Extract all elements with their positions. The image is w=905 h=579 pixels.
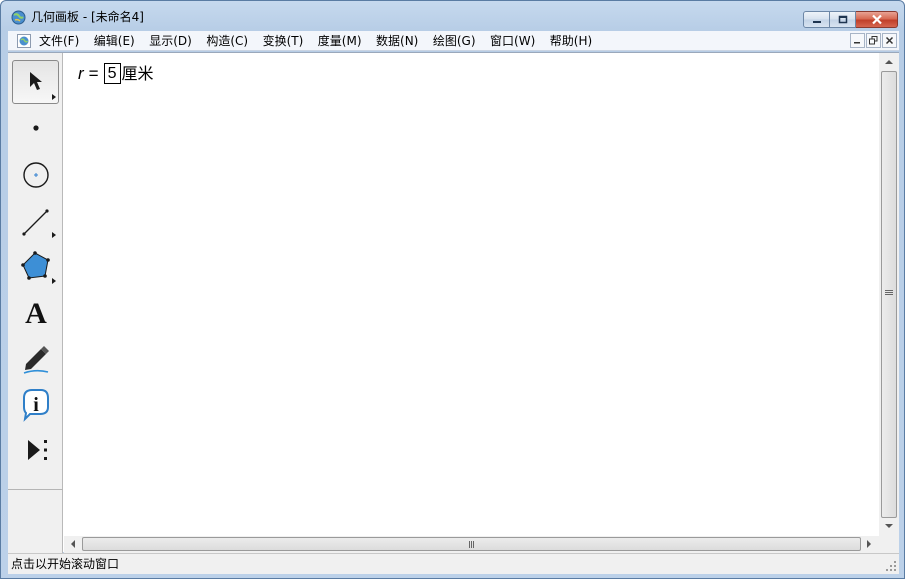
- parameter-measurement[interactable]: r = 5 厘米: [78, 63, 154, 84]
- scroll-up-button[interactable]: [881, 54, 897, 70]
- text-tool-icon: A: [25, 297, 47, 330]
- scroll-left-icon: [71, 540, 75, 548]
- selection-arrow-icon: [29, 72, 56, 100]
- window-title: 几何画板 - [未命名4]: [31, 10, 144, 24]
- compass-tool[interactable]: [12, 152, 59, 196]
- information-tool[interactable]: i: [12, 382, 59, 426]
- app-window: 几何画板 - [未命名4] 文件(F) 编辑(E) 显示(D) 构造(C) 变换…: [0, 0, 905, 579]
- caption-buttons: [803, 11, 898, 30]
- close-button[interactable]: [856, 11, 898, 28]
- horizontal-scrollbar[interactable]: [64, 536, 879, 553]
- app-globe-icon[interactable]: [11, 10, 26, 25]
- sketch-canvas[interactable]: r = 5 厘米: [64, 53, 878, 536]
- parameter-unit: 厘米: [121, 63, 154, 83]
- menu-transform[interactable]: 变换(T): [263, 34, 304, 48]
- toolbox: A i: [8, 53, 63, 553]
- menu-help[interactable]: 帮助(H): [550, 34, 592, 48]
- title-bar[interactable]: 几何画板 - [未命名4]: [1, 1, 904, 31]
- toolbox-divider: [8, 489, 63, 490]
- custom-tool[interactable]: [12, 428, 59, 472]
- information-tool-icon: i: [22, 389, 49, 422]
- marker-tool-icon: [23, 346, 49, 374]
- maximize-icon: [838, 15, 847, 24]
- parameter-value-box[interactable]: 5: [103, 63, 121, 84]
- doc-minimize-button[interactable]: [850, 33, 865, 48]
- menu-file[interactable]: 文件(F): [39, 34, 79, 48]
- scrollbar-corner: [879, 536, 899, 553]
- doc-close-button[interactable]: [882, 33, 897, 48]
- parameter-variable: r: [78, 63, 84, 83]
- point-tool[interactable]: [12, 106, 59, 150]
- status-text: 点击以开始滚动窗口: [11, 557, 120, 571]
- menu-bar: 文件(F) 编辑(E) 显示(D) 构造(C) 变换(T) 度量(M) 数据(N…: [8, 31, 899, 51]
- svg-text:i: i: [33, 394, 39, 416]
- polygon-tool-icon: [20, 251, 56, 284]
- vertical-scroll-thumb[interactable]: [881, 71, 897, 518]
- text-tool[interactable]: A: [12, 290, 59, 334]
- menu-graph[interactable]: 绘图(G): [433, 34, 476, 48]
- minimize-button[interactable]: [803, 11, 830, 28]
- straightedge-tool-icon: [21, 209, 56, 238]
- document-icon[interactable]: [17, 34, 31, 48]
- point-tool-icon: [32, 125, 39, 131]
- close-icon: [871, 14, 882, 25]
- status-bar: 点击以开始滚动窗口: [8, 553, 899, 574]
- scroll-down-icon: [885, 524, 893, 528]
- document-window-buttons: [849, 33, 897, 48]
- document-area: A i r = 5 厘米: [8, 52, 899, 553]
- scroll-left-button[interactable]: [65, 536, 81, 552]
- scroll-up-icon: [885, 60, 893, 64]
- scroll-right-icon: [867, 540, 871, 548]
- menu-display[interactable]: 显示(D): [149, 34, 192, 48]
- marker-tool[interactable]: [12, 336, 59, 380]
- menu-window[interactable]: 窗口(W): [490, 34, 535, 48]
- selection-arrow-tool[interactable]: [12, 60, 59, 104]
- menu-measure[interactable]: 度量(M): [318, 34, 362, 48]
- svg-text:A: A: [25, 297, 47, 330]
- maximize-button[interactable]: [830, 11, 856, 28]
- scroll-down-button[interactable]: [881, 518, 897, 534]
- vertical-scrollbar[interactable]: [879, 53, 899, 536]
- straightedge-tool[interactable]: [12, 198, 59, 242]
- menu-items: 文件(F) 编辑(E) 显示(D) 构造(C) 变换(T) 度量(M) 数据(N…: [39, 34, 607, 48]
- grip-icon: [885, 290, 893, 295]
- doc-restore-button[interactable]: [866, 33, 881, 48]
- restore-icon: [869, 36, 878, 45]
- menu-construct[interactable]: 构造(C): [206, 34, 248, 48]
- minimize-icon: [854, 42, 860, 44]
- menu-edit[interactable]: 编辑(E): [94, 34, 135, 48]
- menu-number[interactable]: 数据(N): [376, 34, 418, 48]
- scroll-right-button[interactable]: [861, 536, 877, 552]
- close-icon: [885, 36, 894, 45]
- parameter-equals: =: [88, 63, 99, 83]
- polygon-tool[interactable]: [12, 244, 59, 288]
- resize-grip-icon[interactable]: [885, 560, 897, 572]
- minimize-icon: [812, 20, 821, 23]
- grip-icon: [469, 541, 474, 548]
- custom-tool-icon: [27, 440, 47, 460]
- horizontal-scroll-thumb[interactable]: [82, 537, 861, 551]
- compass-tool-icon: [22, 162, 49, 188]
